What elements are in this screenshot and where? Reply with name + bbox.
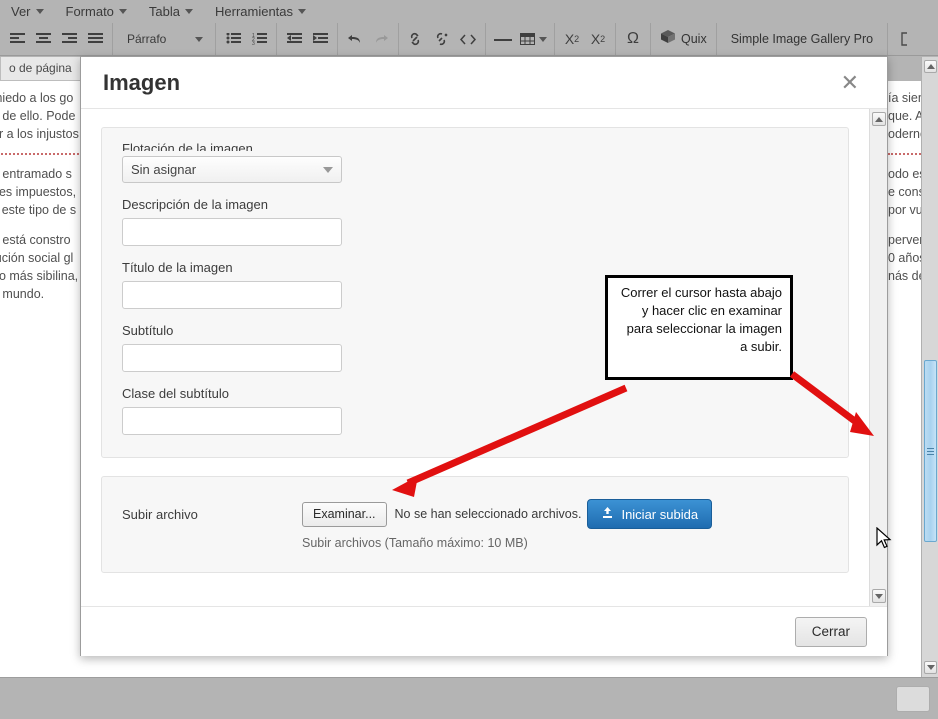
menu-tabla[interactable]: Tabla — [138, 2, 204, 21]
image-subtitle-input[interactable] — [122, 344, 342, 372]
image-float-value: Sin asignar — [131, 162, 197, 177]
close-button[interactable]: Cerrar — [794, 616, 867, 647]
float-field-label: Flotación de la imagen — [122, 142, 253, 151]
image-float-select[interactable]: Sin asignar — [122, 156, 342, 183]
menu-formato-label: Formato — [65, 4, 114, 19]
close-icon[interactable]: ✕ — [835, 70, 865, 96]
indent-icon[interactable] — [307, 27, 333, 51]
gallery-button[interactable]: Simple Image Gallery Pro — [717, 23, 889, 55]
history-group — [338, 23, 399, 55]
omega-icon[interactable]: Ω — [620, 27, 646, 51]
image-title-input[interactable] — [122, 281, 342, 309]
chevron-down-icon — [185, 9, 193, 14]
editor-toolbar: Párrafo 123 X 2 X 2 Ω Quix Simple Image … — [0, 23, 938, 56]
paragraph-format-select[interactable]: Párrafo — [121, 28, 207, 50]
table-icon[interactable] — [516, 27, 550, 51]
extra-plugin-button[interactable] — [888, 23, 922, 55]
chevron-down-icon — [35, 9, 44, 14]
menu-herramientas[interactable]: Herramientas — [204, 2, 317, 21]
scroll-up-arrow-icon[interactable] — [924, 60, 937, 73]
modal-title: Imagen — [103, 69, 181, 95]
outdent-icon[interactable] — [281, 27, 307, 51]
bullet-list-icon[interactable] — [220, 27, 246, 51]
menu-herramientas-label: Herramientas — [215, 4, 294, 19]
upload-controls: Examinar... No se han seleccionado archi… — [302, 499, 828, 550]
undo-icon[interactable] — [342, 27, 368, 51]
svg-text:3: 3 — [252, 41, 255, 46]
list-group: 123 — [216, 23, 277, 55]
unlink-icon[interactable] — [429, 27, 455, 51]
paragraph-format-value: Párrafo — [127, 32, 167, 46]
screen: Ver Formato Tabla Herramientas Párrafo 1… — [0, 0, 938, 719]
title-field-label: Título de la imagen — [122, 260, 233, 275]
chevron-down-icon — [323, 166, 333, 173]
start-upload-button[interactable]: Iniciar subida — [587, 499, 713, 529]
menu-formato[interactable]: Formato — [55, 2, 138, 21]
alignment-group — [0, 23, 113, 55]
upload-hint: Subir archivos (Tamaño máximo: 10 MB) — [302, 536, 528, 550]
special-char-group: Ω — [616, 23, 651, 55]
page-scrollbar[interactable] — [921, 57, 938, 677]
upload-panel: Subir archivo Examinar... No se han sele… — [101, 476, 849, 573]
insert-group — [486, 23, 555, 55]
page-tab[interactable]: o de página — [0, 57, 81, 81]
browse-button[interactable]: Examinar... — [302, 501, 387, 527]
scroll-down-arrow-icon[interactable] — [924, 661, 937, 674]
chevron-down-icon — [195, 36, 203, 42]
omega-glyph: Ω — [627, 30, 639, 47]
scroll-up-arrow-icon[interactable] — [872, 112, 886, 126]
upload-label: Subir archivo — [122, 507, 198, 522]
menu-tabla-label: Tabla — [148, 4, 180, 19]
editor-menubar: Ver Formato Tabla Herramientas — [0, 0, 938, 23]
quix-cube-icon — [660, 29, 676, 49]
source-code-icon[interactable] — [455, 27, 481, 51]
start-upload-label: Iniciar subida — [621, 506, 699, 522]
align-right-icon[interactable] — [56, 27, 82, 51]
align-left-icon[interactable] — [4, 27, 30, 51]
image-subtitle-class-input[interactable] — [122, 407, 342, 435]
upload-row: Examinar... No se han seleccionado archi… — [302, 499, 828, 529]
chevron-down-icon — [298, 9, 307, 14]
bracket-icon — [892, 27, 918, 51]
quix-button[interactable]: Quix — [651, 23, 717, 55]
indent-group — [277, 23, 338, 55]
script-group: X2 X2 — [555, 23, 616, 55]
modal-header: Imagen ✕ — [81, 57, 887, 109]
subscript-icon[interactable]: X2 — [559, 27, 585, 51]
mouse-cursor — [876, 527, 892, 549]
chevron-down-icon — [118, 9, 127, 14]
upload-icon — [601, 506, 614, 522]
superscript-icon[interactable]: X2 — [585, 27, 611, 51]
subtitle-class-field-label: Clase del subtítulo — [122, 386, 229, 401]
scrollbar-grip-icon — [927, 446, 934, 457]
numbered-list-icon[interactable]: 123 — [246, 27, 272, 51]
bottom-bar — [0, 677, 938, 719]
paragraph-format-group: Párrafo — [113, 23, 216, 55]
scroll-down-arrow-icon[interactable] — [872, 589, 886, 603]
bottom-corner-button[interactable] — [896, 686, 930, 712]
menu-ver-label: Ver — [11, 4, 31, 19]
modal-footer: Cerrar — [81, 606, 887, 656]
no-file-selected-text: No se han seleccionado archivos. — [394, 507, 582, 521]
menu-ver[interactable]: Ver — [0, 2, 55, 21]
gallery-label: Simple Image Gallery Pro — [730, 32, 874, 46]
redo-icon[interactable] — [368, 27, 394, 51]
quix-label: Quix — [681, 32, 707, 46]
page-scrollbar-thumb[interactable] — [924, 360, 937, 542]
annotation-callout: Correr el cursor hasta abajo y hacer cli… — [605, 275, 793, 380]
horizontal-rule-icon[interactable] — [490, 27, 516, 51]
align-justify-icon[interactable] — [82, 27, 108, 51]
link-group — [399, 23, 486, 55]
chevron-down-icon — [538, 36, 547, 42]
description-field-label: Descripción de la imagen — [122, 197, 268, 212]
image-description-input[interactable] — [122, 218, 342, 246]
align-center-icon[interactable] — [30, 27, 56, 51]
link-icon[interactable] — [403, 27, 429, 51]
